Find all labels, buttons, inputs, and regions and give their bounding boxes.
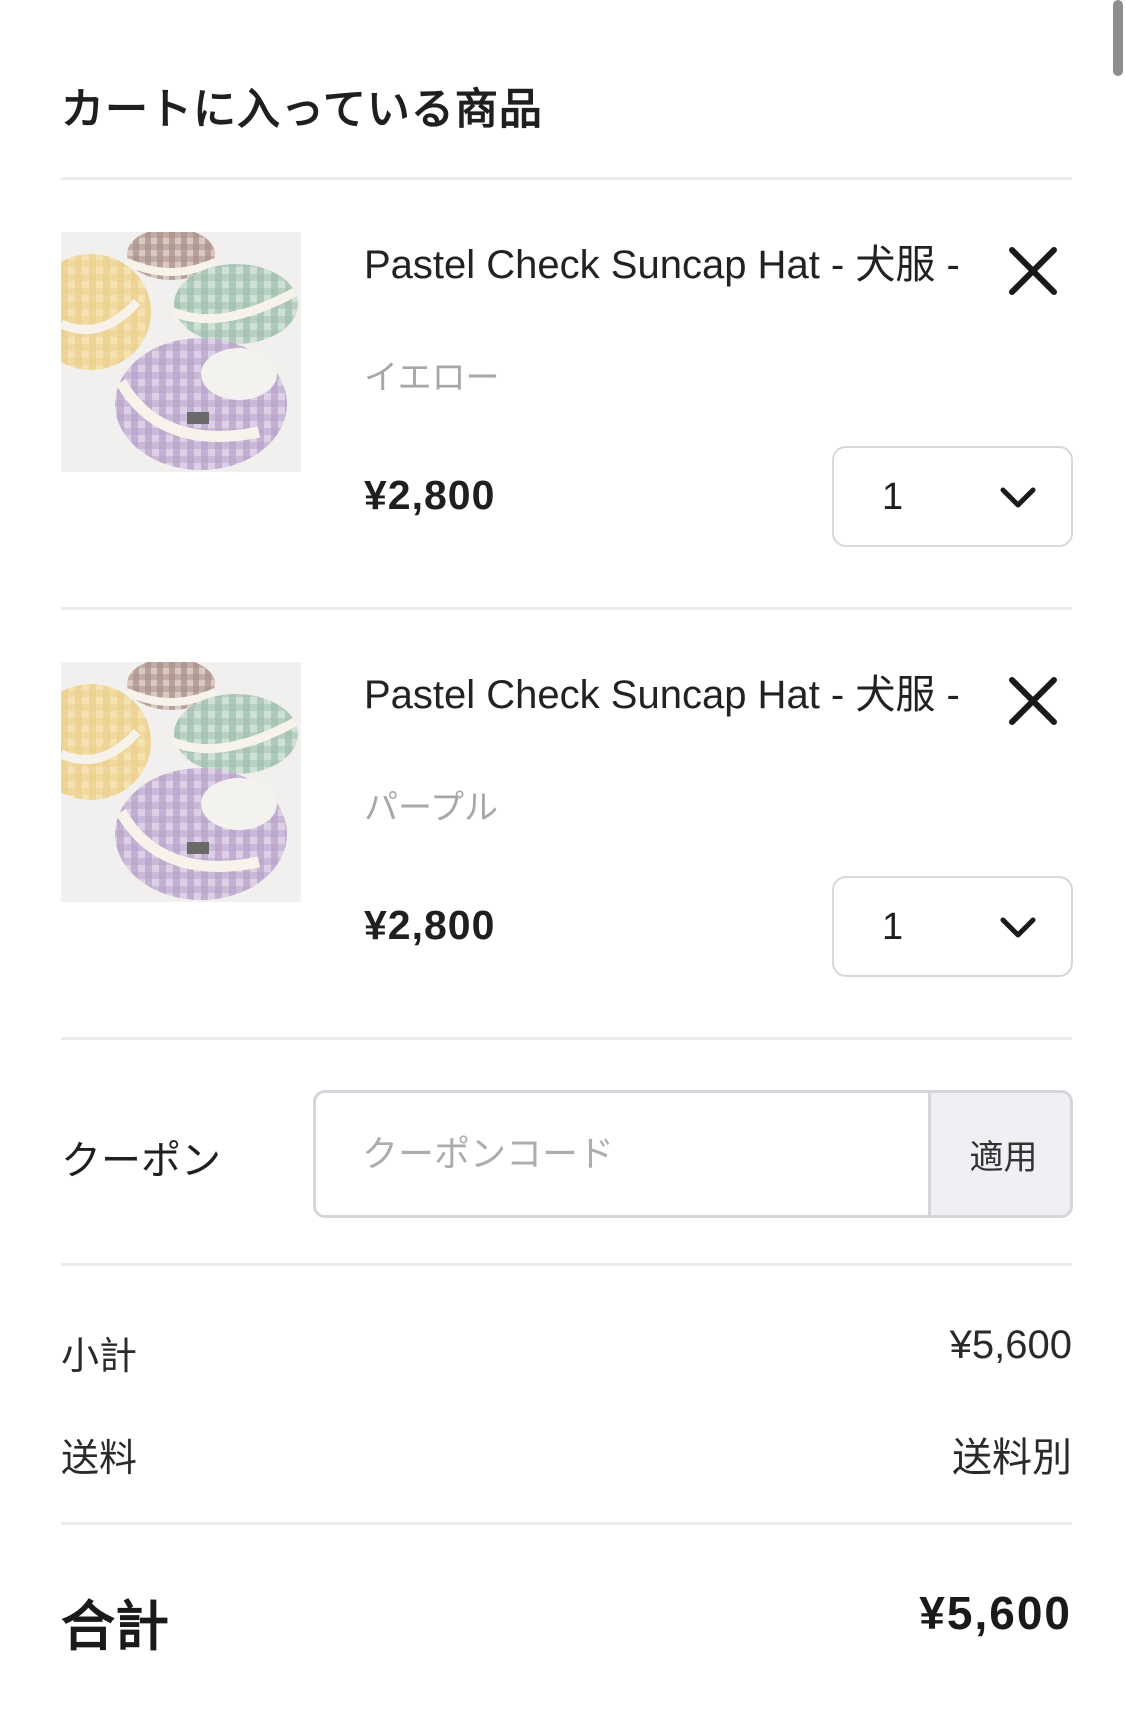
product-name[interactable]: Pastel Check Suncap Hat - 犬服 -	[364, 238, 984, 292]
chevron-down-icon	[1000, 487, 1036, 508]
shipping-label: 送料	[61, 1438, 138, 1480]
cart-page: カートに入っている商品 Pastel Check Suncap Hat - 犬服…	[0, 0, 1125, 1727]
subtotal-label: 小計	[61, 1336, 138, 1378]
quantity-select[interactable]: 1	[832, 876, 1073, 977]
apply-coupon-button[interactable]: 適用	[928, 1093, 1070, 1215]
coupon-label: クーポン	[61, 1139, 221, 1183]
quantity-value: 1	[882, 906, 904, 948]
cart-item: Pastel Check Suncap Hat - 犬服 - パープル ¥2,8…	[0, 662, 1125, 1042]
chevron-down-icon	[1000, 917, 1036, 938]
divider	[61, 607, 1072, 610]
remove-item-button[interactable]	[1006, 674, 1060, 728]
quantity-select[interactable]: 1	[832, 446, 1073, 547]
product-variant: イエロー	[364, 359, 500, 397]
product-image-art	[61, 232, 301, 472]
divider	[61, 177, 1072, 180]
product-image[interactable]	[61, 232, 301, 472]
close-icon	[1009, 247, 1057, 295]
shipping-value: 送料別	[952, 1436, 1072, 1480]
product-name[interactable]: Pastel Check Suncap Hat - 犬服 -	[364, 668, 984, 722]
cart-title: カートに入っている商品	[61, 86, 543, 134]
product-variant: パープル	[364, 789, 498, 827]
remove-item-button[interactable]	[1006, 244, 1060, 298]
cart-item: Pastel Check Suncap Hat - 犬服 - イエロー ¥2,8…	[0, 232, 1125, 612]
divider	[61, 1522, 1072, 1525]
product-image[interactable]	[61, 662, 301, 902]
product-price: ¥2,800	[364, 902, 496, 948]
total-value: ¥5,600	[919, 1587, 1072, 1639]
subtotal-value: ¥5,600	[949, 1323, 1072, 1367]
total-label: 合計	[61, 1597, 169, 1657]
divider	[61, 1037, 1072, 1040]
quantity-value: 1	[882, 476, 904, 518]
close-icon	[1009, 677, 1057, 725]
product-image-art	[61, 662, 301, 902]
coupon-code-input[interactable]	[316, 1093, 928, 1215]
product-price: ¥2,800	[364, 472, 496, 518]
scrollbar-thumb[interactable]	[1113, 0, 1123, 76]
divider	[61, 1263, 1072, 1266]
coupon-form: 適用	[313, 1090, 1073, 1218]
